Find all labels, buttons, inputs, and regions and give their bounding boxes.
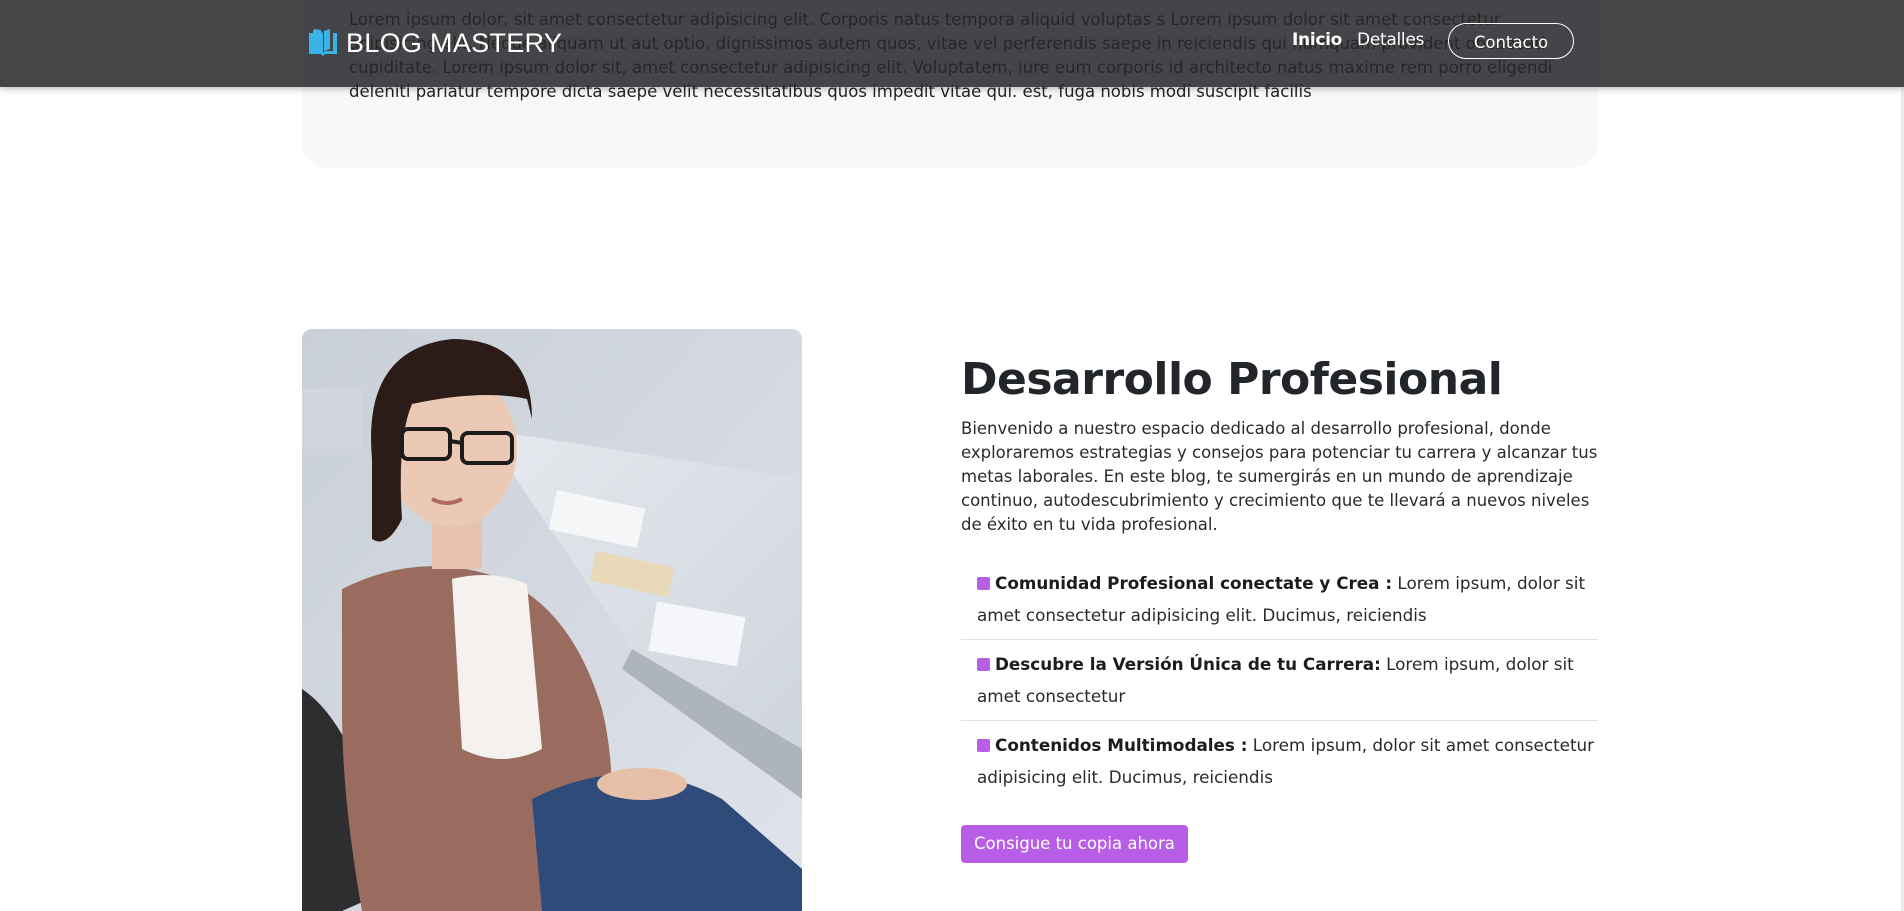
feature-title: Descubre la Versión Única de tu Carrera: <box>995 654 1381 674</box>
professional-development-section: Desarrollo Profesional Bienvenido a nues… <box>961 353 1598 863</box>
brand-logo[interactable]: BLOG MASTERY <box>307 27 562 59</box>
section-intro: Bienvenido a nuestro espacio dedicado al… <box>961 419 1598 534</box>
feature-item: Descubre la Versión Única de tu Carrera:… <box>961 640 1598 721</box>
feature-title: Comunidad Profesional conectate y Crea : <box>995 573 1393 593</box>
book-icon <box>309 29 337 56</box>
section-heading: Desarrollo Profesional <box>961 354 1503 405</box>
navbar: BLOG MASTERY Inicio Detalles Contacto <box>0 0 1904 87</box>
brand-name: BLOG MASTERY <box>346 27 563 58</box>
nav-link-inicio[interactable]: Inicio <box>1292 30 1342 50</box>
nav-links: Inicio Detalles <box>1292 30 1424 50</box>
square-bullet-icon <box>977 739 990 752</box>
feature-item: Contenidos Multimodales : Lorem ipsum, d… <box>961 721 1598 801</box>
get-copy-button[interactable]: Consigue tu copia ahora <box>961 825 1188 863</box>
contact-button[interactable]: Contacto <box>1448 23 1574 59</box>
professional-woman-photo <box>302 329 802 911</box>
feature-list: Comunidad Profesional conectate y Crea :… <box>961 559 1598 801</box>
feature-item: Comunidad Profesional conectate y Crea :… <box>961 559 1598 640</box>
feature-title: Contenidos Multimodales : <box>995 735 1248 755</box>
square-bullet-icon <box>977 577 990 590</box>
nav-link-detalles[interactable]: Detalles <box>1357 30 1424 50</box>
square-bullet-icon <box>977 658 990 671</box>
